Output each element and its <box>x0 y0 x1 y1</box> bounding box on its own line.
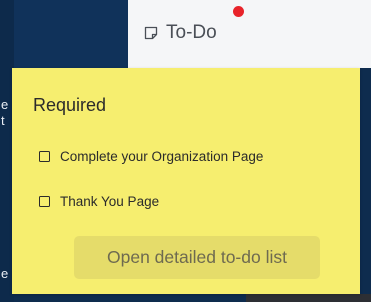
open-todo-list-button[interactable]: Open detailed to-do list <box>74 236 320 279</box>
todo-item-thank-you-page[interactable]: Thank You Page <box>39 194 159 209</box>
todo-item-label: Complete your Organization Page <box>60 149 264 164</box>
background-text-fragment: e <box>1 266 9 281</box>
sticky-note-icon <box>143 25 159 41</box>
todo-item-label: Thank You Page <box>60 194 160 209</box>
background-text-fragment: t <box>1 113 5 128</box>
todo-popover: Required Complete your Organization Page… <box>12 68 360 294</box>
notification-dot <box>233 6 244 17</box>
todo-tab[interactable]: To-Do <box>143 20 217 46</box>
todo-tab-label: To-Do <box>166 22 217 43</box>
app-dark-panel <box>14 0 128 68</box>
todo-item-organization-page[interactable]: Complete your Organization Page <box>39 149 263 164</box>
checkbox[interactable] <box>39 196 50 207</box>
background-text-fragment: e <box>1 97 9 112</box>
checkbox[interactable] <box>39 151 50 162</box>
background-panel <box>246 294 371 302</box>
popover-title: Required <box>33 95 107 115</box>
